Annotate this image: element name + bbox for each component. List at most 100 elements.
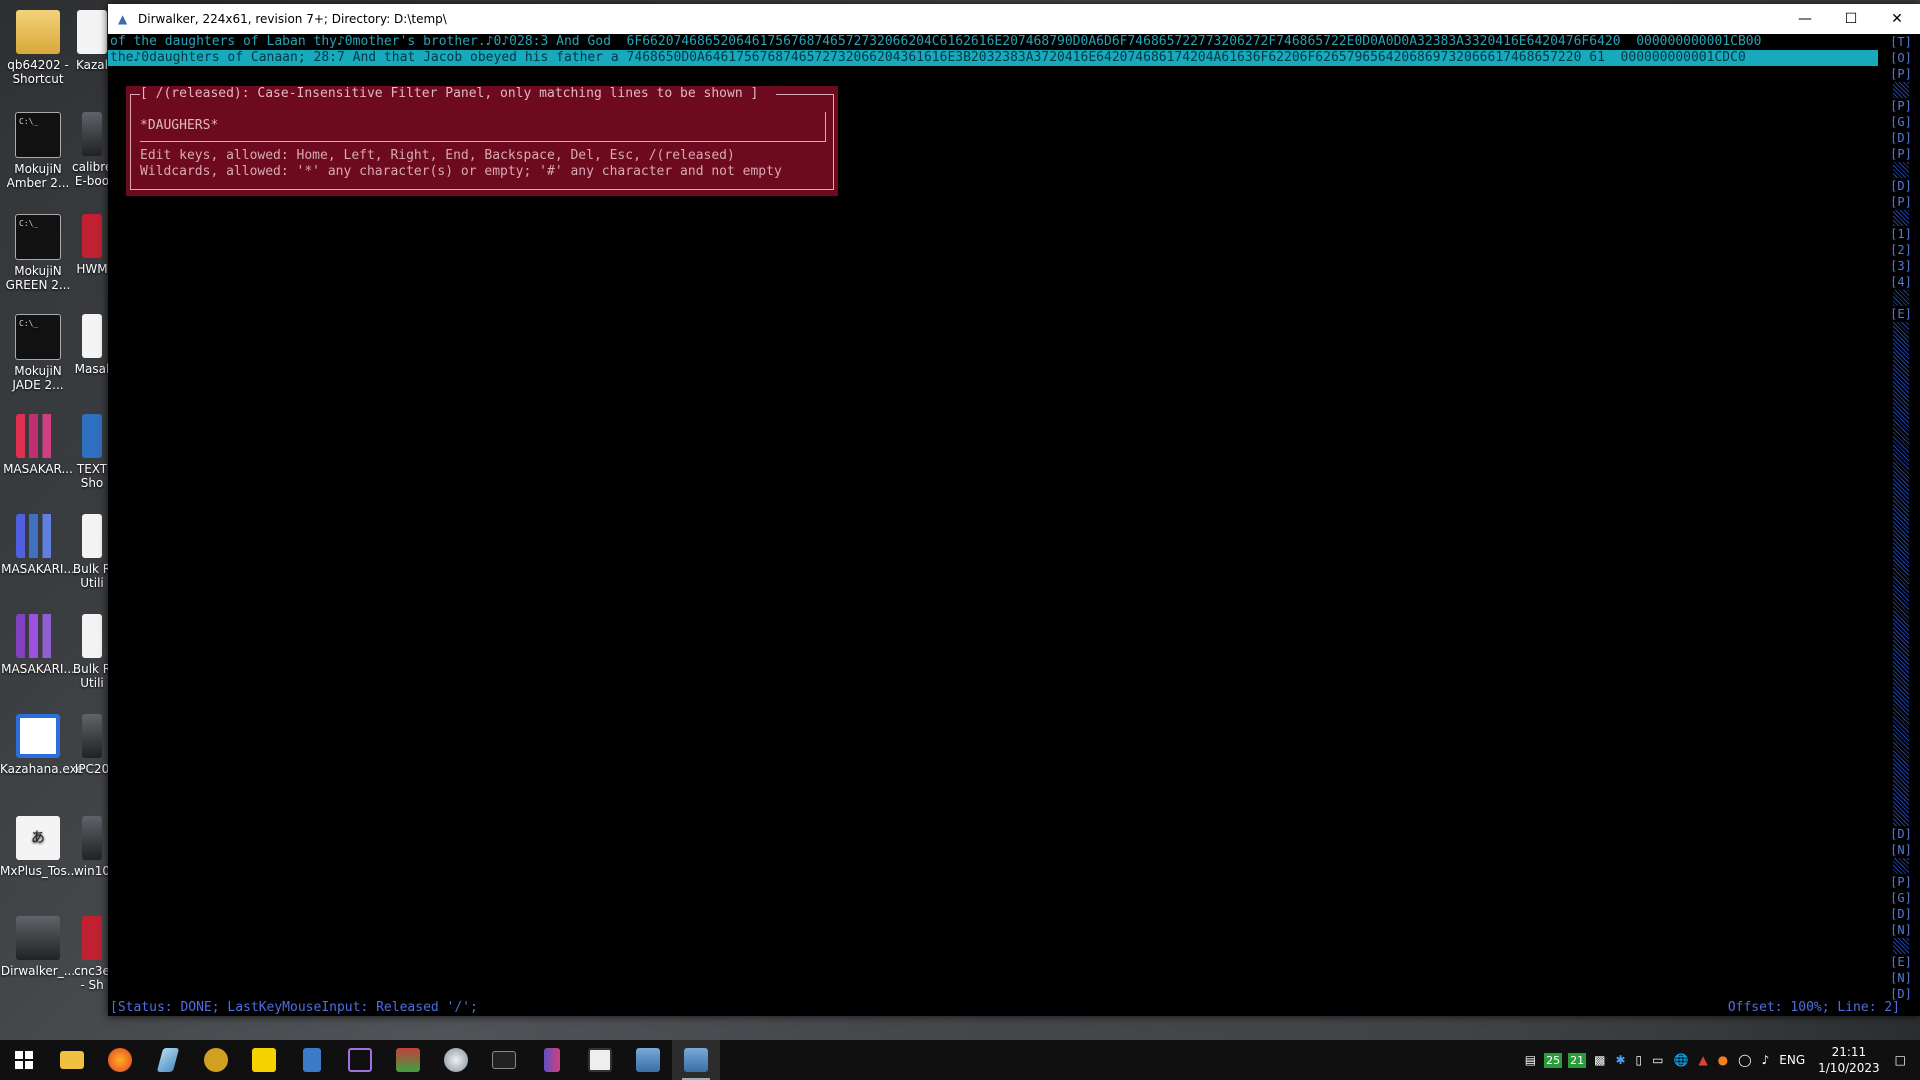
- taskbar-app[interactable]: [528, 1040, 576, 1080]
- close-button[interactable]: ✕: [1874, 4, 1920, 34]
- scrollbar-bookmark[interactable]: [E]: [1890, 306, 1912, 322]
- maximize-button[interactable]: ☐: [1828, 4, 1874, 34]
- monitor-icon[interactable]: ▩: [1594, 1053, 1605, 1067]
- scrollbar-bookmark[interactable]: [D]: [1890, 130, 1912, 146]
- desktop-icon[interactable]: Masal: [72, 314, 112, 376]
- title-bar[interactable]: ▲ Dirwalker, 224x61, revision 7+; Direct…: [108, 4, 1920, 34]
- desktop-icon-label: MokujiN GREEN 2...: [5, 264, 71, 292]
- image-viewer-icon: [396, 1048, 420, 1072]
- bulk-rename-icon: [82, 514, 102, 558]
- language-indicator[interactable]: ENG: [1779, 1053, 1805, 1067]
- desktop-icon-label: win10: [73, 864, 111, 878]
- desktop-icon[interactable]: IPC20: [72, 714, 112, 776]
- desktop-icon[interactable]: HWM: [72, 214, 112, 276]
- tray-badge[interactable]: 25: [1544, 1052, 1563, 1068]
- network-icon[interactable]: 🌐: [1673, 1053, 1688, 1067]
- desktop-icon[interactable]: cnc3e - Sh: [72, 916, 112, 992]
- flame-icon[interactable]: ●: [1718, 1053, 1728, 1067]
- scrollbar-bookmark[interactable]: [4]: [1890, 274, 1912, 290]
- scrollbar-bookmark[interactable]: [G]: [1890, 114, 1912, 130]
- vertical-scrollbar[interactable]: [T] [O] [P] [P] [G] [D] [P] [D] [P] [1] [2] [3] [4][…: [1890, 34, 1912, 1016]
- scrollbar-bookmark[interactable]: [P]: [1890, 874, 1912, 890]
- volume-icon[interactable]: ♪: [1762, 1053, 1770, 1067]
- scrollbar-bookmark[interactable]: [P]: [1890, 194, 1912, 210]
- taskbar-terminal[interactable]: [480, 1040, 528, 1080]
- scrollbar-bookmark[interactable]: [N]: [1890, 842, 1912, 858]
- tray-icon[interactable]: ▤: [1525, 1053, 1536, 1067]
- scrollbar-bookmark[interactable]: [2]: [1890, 242, 1912, 258]
- scrollbar-bookmark[interactable]: [N]: [1890, 922, 1912, 938]
- calculator-icon: [303, 1048, 321, 1072]
- desktop-icon[interactable]: Kazal: [72, 10, 112, 72]
- taskbar-app[interactable]: [336, 1040, 384, 1080]
- taskbar-firefox[interactable]: [96, 1040, 144, 1080]
- scrollbar-bookmark[interactable]: [P]: [1890, 146, 1912, 162]
- desktop-icon[interactable]: MASAKAR...: [0, 414, 76, 476]
- scrollbar-bookmark[interactable]: [D]: [1890, 906, 1912, 922]
- filter-input[interactable]: *DAUGHERS*: [140, 112, 826, 142]
- feather-icon: [156, 1048, 180, 1072]
- desktop-icon[interactable]: qb64202 - Shortcut: [0, 10, 76, 86]
- desktop-icon[interactable]: MokujiN Amber 2...: [0, 112, 76, 190]
- terminal-icon: [15, 214, 61, 260]
- taskbar-file-explorer[interactable]: [48, 1040, 96, 1080]
- bluetooth-icon[interactable]: ✱: [1615, 1053, 1625, 1067]
- scrollbar-bookmark[interactable]: [P]: [1890, 66, 1912, 82]
- scrollbar-bookmark[interactable]: [P]: [1890, 98, 1912, 114]
- tray-badge[interactable]: 21: [1568, 1052, 1587, 1068]
- notification-icon[interactable]: □: [1895, 1053, 1906, 1067]
- tool-icon: [544, 1048, 560, 1072]
- taskbar-calculator[interactable]: [288, 1040, 336, 1080]
- scrollbar-bookmark[interactable]: [1]: [1890, 226, 1912, 242]
- desktop-icon[interactable]: win10: [72, 816, 112, 878]
- desktop-icon[interactable]: Kazahana.exe: [0, 714, 84, 776]
- cnc-icon: [82, 916, 102, 960]
- desktop-icon[interactable]: MASAKARI...: [0, 614, 76, 676]
- taskbar-app[interactable]: [144, 1040, 192, 1080]
- taskbar-app[interactable]: [192, 1040, 240, 1080]
- dirwalker-window: ▲ Dirwalker, 224x61, revision 7+; Direct…: [108, 4, 1920, 1016]
- scrollbar-bookmark[interactable]: [O]: [1890, 50, 1912, 66]
- scrollbar-bookmark[interactable]: [D]: [1890, 826, 1912, 842]
- console-line-selected[interactable]: the♪0daughters of Canaan; 28:7 And that …: [108, 50, 1878, 66]
- scrollbar-bookmark[interactable]: [N]: [1890, 970, 1912, 986]
- desktop-icon[interactable]: MASAKARI...: [0, 514, 76, 576]
- scrollbar-bookmark[interactable]: [E]: [1890, 954, 1912, 970]
- minimize-button[interactable]: —: [1782, 4, 1828, 34]
- start-button[interactable]: [0, 1040, 48, 1080]
- clock[interactable]: 21:11 1/10/2023: [1818, 1044, 1880, 1076]
- taskbar-app[interactable]: [384, 1040, 432, 1080]
- console-line[interactable]: of the daughters of Laban thy♪0mother's …: [110, 34, 1761, 50]
- app-tray-icon[interactable]: ▲: [1698, 1053, 1707, 1067]
- desktop-icon-label: Bulk R Utili: [72, 562, 112, 590]
- desktop-icon[interactable]: TEXT Sho: [72, 414, 112, 490]
- dirwalker-icon: [16, 916, 60, 960]
- scrollbar-bookmark[interactable]: [G]: [1890, 890, 1912, 906]
- desktop-icon-label: MokujiN JADE 2...: [12, 364, 64, 392]
- usb-icon[interactable]: ▯: [1636, 1053, 1643, 1067]
- desktop-icon-label: cnc3e - Sh: [74, 964, 110, 992]
- panel-title: [ /(released): Case-Insensitive Filter P…: [140, 86, 759, 102]
- panel-frame-top: [130, 94, 140, 95]
- battery-icon[interactable]: ▭: [1652, 1053, 1663, 1067]
- scrollbar-bookmark[interactable]: [3]: [1890, 258, 1912, 274]
- screenshot-icon: [348, 1048, 372, 1072]
- desktop-icon-label: Kazal: [76, 58, 108, 72]
- desktop-icon[interactable]: Dirwalker_...: [0, 916, 76, 978]
- desktop-icon[interactable]: MokujiN GREEN 2...: [0, 214, 76, 292]
- taskbar-dirwalker-active[interactable]: [672, 1040, 720, 1080]
- scrollbar-bookmark[interactable]: [D]: [1890, 178, 1912, 194]
- desktop-icon[interactable]: MokujiN JADE 2...: [0, 314, 76, 392]
- desktop-icon[interactable]: calibre E-boo: [72, 112, 112, 188]
- scrollbar-bookmark[interactable]: [T]: [1890, 34, 1912, 50]
- taskbar-app[interactable]: [240, 1040, 288, 1080]
- taskbar-app[interactable]: [432, 1040, 480, 1080]
- taskbar-app[interactable]: [624, 1040, 672, 1080]
- power-icon[interactable]: ◯: [1738, 1053, 1751, 1067]
- desktop-icon[interactable]: Bulk R Utili: [72, 614, 112, 690]
- status-bar: [Status: DONE; LastKeyMouseInput: Releas…: [108, 1000, 1920, 1016]
- desktop-icon[interactable]: Bulk R Utili: [72, 514, 112, 590]
- desktop-icon[interactable]: あ MxPlus_Tos...: [0, 816, 78, 878]
- console-area[interactable]: of the daughters of Laban thy♪0mother's …: [108, 34, 1920, 1016]
- taskbar-app[interactable]: [576, 1040, 624, 1080]
